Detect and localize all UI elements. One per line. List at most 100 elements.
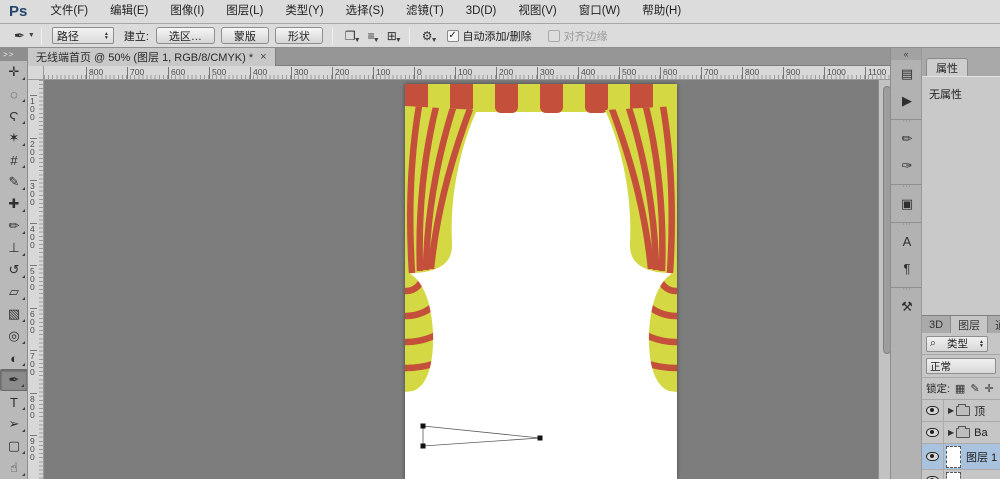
- brush-presets-panel-icon[interactable]: ✑: [891, 152, 923, 179]
- ruler-corner: [28, 66, 44, 80]
- make-mask-button[interactable]: 蒙版: [221, 27, 269, 44]
- layer-name[interactable]: Ba: [974, 427, 987, 439]
- layer-name[interactable]: 顶: [974, 403, 985, 419]
- make-selection-button[interactable]: 选区…: [156, 27, 215, 44]
- auto-add-delete-checkbox[interactable]: ✓: [447, 30, 459, 42]
- tool-presets-panel-icon[interactable]: ⚒: [891, 293, 923, 320]
- visibility-cell[interactable]: [922, 444, 944, 469]
- horizontal-ruler[interactable]: 8007006005004003002001000100200300400500…: [44, 66, 890, 80]
- blur-tool[interactable]: ◎: [0, 325, 28, 347]
- eyedropper-tool[interactable]: ✎: [0, 171, 28, 193]
- photoshop-logo: Ps: [0, 3, 39, 20]
- tab-通道[interactable]: 通道: [988, 316, 1000, 333]
- move-tool[interactable]: ✛: [0, 61, 28, 83]
- clone-stamp-tool[interactable]: ⊥: [0, 237, 28, 259]
- ruler-label: 800: [86, 67, 103, 80]
- anchor-point[interactable]: [538, 436, 543, 441]
- menu-item[interactable]: 窗口(W): [568, 0, 632, 23]
- make-shape-button[interactable]: 形状: [275, 27, 323, 44]
- visibility-cell[interactable]: [922, 470, 944, 479]
- layer-filter-select[interactable]: ⌕ 类型 ▲▼: [926, 336, 988, 352]
- blend-mode-select[interactable]: 正常: [926, 358, 996, 374]
- align-edges-label: 对齐边缘: [564, 28, 608, 44]
- anchor-point[interactable]: [421, 444, 426, 449]
- eraser-tool[interactable]: ▱: [0, 281, 28, 303]
- expand-triangle-icon[interactable]: ▶: [948, 428, 954, 437]
- tools-panel-collapse-handle[interactable]: >>: [0, 48, 27, 61]
- visibility-cell[interactable]: [922, 400, 944, 421]
- quick-selection-tool[interactable]: ✶: [0, 127, 28, 149]
- paragraph-panel-icon[interactable]: ¶: [891, 255, 923, 282]
- ruler-label: 600: [30, 308, 37, 334]
- visibility-cell[interactable]: [922, 422, 944, 443]
- expand-triangle-icon[interactable]: ▶: [948, 406, 954, 415]
- actions-panel-icon[interactable]: ▶: [891, 87, 923, 114]
- eye-icon[interactable]: [926, 406, 939, 415]
- tab-properties[interactable]: 属性: [926, 58, 968, 76]
- menu-item[interactable]: 视图(V): [507, 0, 567, 23]
- folder-icon: [956, 406, 970, 416]
- gradient-tool[interactable]: ▧: [0, 303, 28, 325]
- lock-position-icon[interactable]: ✛: [985, 382, 994, 395]
- folder-icon: [956, 428, 970, 438]
- path-arrangement-icon[interactable]: ⊞▼: [387, 29, 397, 43]
- canvas[interactable]: [405, 84, 677, 479]
- shape-tool[interactable]: ▢: [0, 435, 28, 457]
- layer-row[interactable]: ▶顶: [922, 400, 1000, 422]
- crop-tool[interactable]: #: [0, 149, 28, 171]
- properties-panel-icon[interactable]: ▤: [891, 60, 923, 87]
- menu-item[interactable]: 3D(D): [455, 0, 508, 23]
- path-selection-tool[interactable]: ➢: [0, 413, 28, 435]
- marquee-tool[interactable]: ◌: [0, 83, 28, 105]
- brush-tool[interactable]: ✏: [0, 215, 28, 237]
- layer-thumbnail[interactable]: [946, 446, 961, 468]
- path-operations-icon[interactable]: ❐▼: [345, 29, 356, 43]
- pasteboard[interactable]: [44, 80, 878, 479]
- brush-panel-icon[interactable]: ✏: [891, 125, 923, 152]
- lasso-tool[interactable]: Ϛ: [0, 105, 28, 127]
- anchor-point[interactable]: [421, 424, 426, 429]
- healing-brush-tool[interactable]: ✚: [0, 193, 28, 215]
- type-tool[interactable]: T: [0, 391, 28, 413]
- menu-bar: Ps 文件(F)编辑(E)图像(I)图层(L)类型(Y)选择(S)滤镜(T)3D…: [0, 0, 1000, 24]
- close-icon[interactable]: ×: [260, 51, 266, 63]
- lock-transparent-icon[interactable]: ▦: [955, 382, 965, 395]
- eye-icon[interactable]: [926, 428, 939, 437]
- layer-row-partial[interactable]: [922, 470, 1000, 479]
- hand-tool[interactable]: ☝: [0, 457, 28, 479]
- tool-mode-select[interactable]: 路径 ▲▼: [52, 27, 114, 44]
- ruler-label: 200: [496, 67, 513, 80]
- menu-item[interactable]: 类型(Y): [274, 0, 334, 23]
- character-panel-icon[interactable]: A: [891, 228, 923, 255]
- lock-paint-icon[interactable]: ✎: [970, 382, 979, 395]
- menu-item[interactable]: 编辑(E): [99, 0, 159, 23]
- layer-row[interactable]: 图层 1: [922, 444, 1000, 470]
- menu-item[interactable]: 帮助(H): [631, 0, 692, 23]
- path-alignment-icon[interactable]: ≡▼: [368, 29, 375, 43]
- tab-图层[interactable]: 图层: [951, 316, 988, 333]
- current-tool-pen-icon[interactable]: ✒ ▼: [14, 28, 35, 44]
- menu-item[interactable]: 选择(S): [335, 0, 395, 23]
- document-tab[interactable]: 无线端首页 @ 50% (图层 1, RGB/8/CMYK) * ×: [28, 48, 276, 66]
- history-brush-tool[interactable]: ↺: [0, 259, 28, 281]
- ruler-label: 300: [30, 180, 37, 206]
- auto-add-delete-option[interactable]: ✓ 自动添加/删除: [447, 28, 532, 44]
- pen-icon: ✒: [14, 28, 25, 44]
- menu-item[interactable]: 图像(I): [159, 0, 215, 23]
- expand-panels-icon[interactable]: «: [891, 48, 921, 60]
- layer-name[interactable]: 图层 1: [966, 449, 997, 465]
- gear-icon[interactable]: ⚙▼: [422, 29, 433, 43]
- pen-path-outline[interactable]: [423, 426, 540, 446]
- eye-icon[interactable]: [926, 452, 939, 461]
- menu-item[interactable]: 图层(L): [215, 0, 274, 23]
- layer-row[interactable]: ▶ Ba: [922, 422, 1000, 444]
- tab-3D[interactable]: 3D: [922, 316, 951, 333]
- pen-tool[interactable]: ✒: [0, 369, 28, 391]
- vertical-ruler[interactable]: 100200300400500600700800900: [28, 80, 44, 479]
- vertical-scrollbar[interactable]: [878, 80, 890, 479]
- menu-item[interactable]: 滤镜(T): [395, 0, 455, 23]
- menu-item[interactable]: 文件(F): [39, 0, 99, 23]
- dodge-tool[interactable]: ◐: [0, 347, 28, 369]
- ruler-label: 800: [30, 393, 37, 419]
- clone-source-panel-icon[interactable]: ▣: [891, 190, 923, 217]
